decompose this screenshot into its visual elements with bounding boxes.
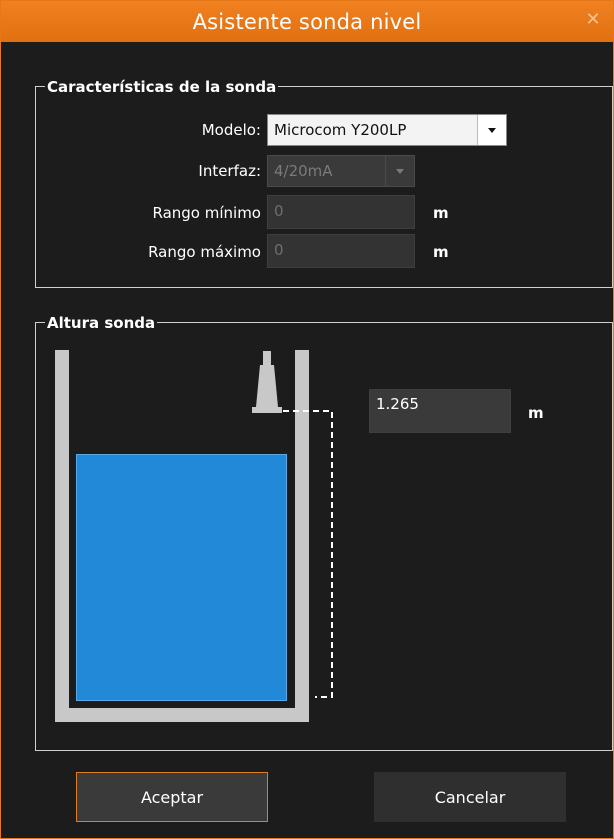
min-range-label: Rango mínimo bbox=[152, 204, 261, 222]
tank-water bbox=[76, 454, 287, 701]
interface-select-value: 4/20mA bbox=[274, 162, 333, 180]
model-select[interactable]: Microcom Y200LP bbox=[267, 114, 507, 146]
model-select-value: Microcom Y200LP bbox=[274, 121, 407, 139]
chevron-down-icon[interactable] bbox=[477, 115, 506, 145]
interface-label: Interfaz: bbox=[198, 162, 261, 180]
accept-button[interactable]: Aceptar bbox=[76, 772, 268, 822]
probe-height-input[interactable]: 1.265 bbox=[369, 389, 511, 433]
close-icon[interactable]: ✕ bbox=[583, 10, 603, 30]
probe-height-legend: Altura sonda bbox=[45, 314, 158, 332]
max-range-label: Rango máximo bbox=[148, 243, 261, 261]
probe-height-unit: m bbox=[528, 404, 544, 422]
min-range-unit: m bbox=[433, 204, 449, 222]
title-bar: Asistente sonda nivel ✕ bbox=[1, 1, 613, 42]
probe-characteristics-legend: Características de la sonda bbox=[45, 78, 279, 96]
height-measure-line bbox=[283, 410, 333, 698]
dialog-window: Asistente sonda nivel ✕ Características … bbox=[0, 0, 614, 839]
chevron-down-icon[interactable] bbox=[385, 156, 414, 186]
tank-bottom bbox=[55, 708, 309, 722]
tank-left-wall bbox=[55, 350, 69, 722]
min-range-input[interactable]: 0 bbox=[267, 195, 415, 229]
max-range-input[interactable]: 0 bbox=[267, 234, 415, 268]
interface-select[interactable]: 4/20mA bbox=[267, 155, 415, 187]
window-title: Asistente sonda nivel bbox=[192, 9, 422, 34]
model-label: Modelo: bbox=[201, 121, 261, 139]
max-range-unit: m bbox=[433, 243, 449, 261]
cancel-button[interactable]: Cancelar bbox=[374, 772, 566, 822]
